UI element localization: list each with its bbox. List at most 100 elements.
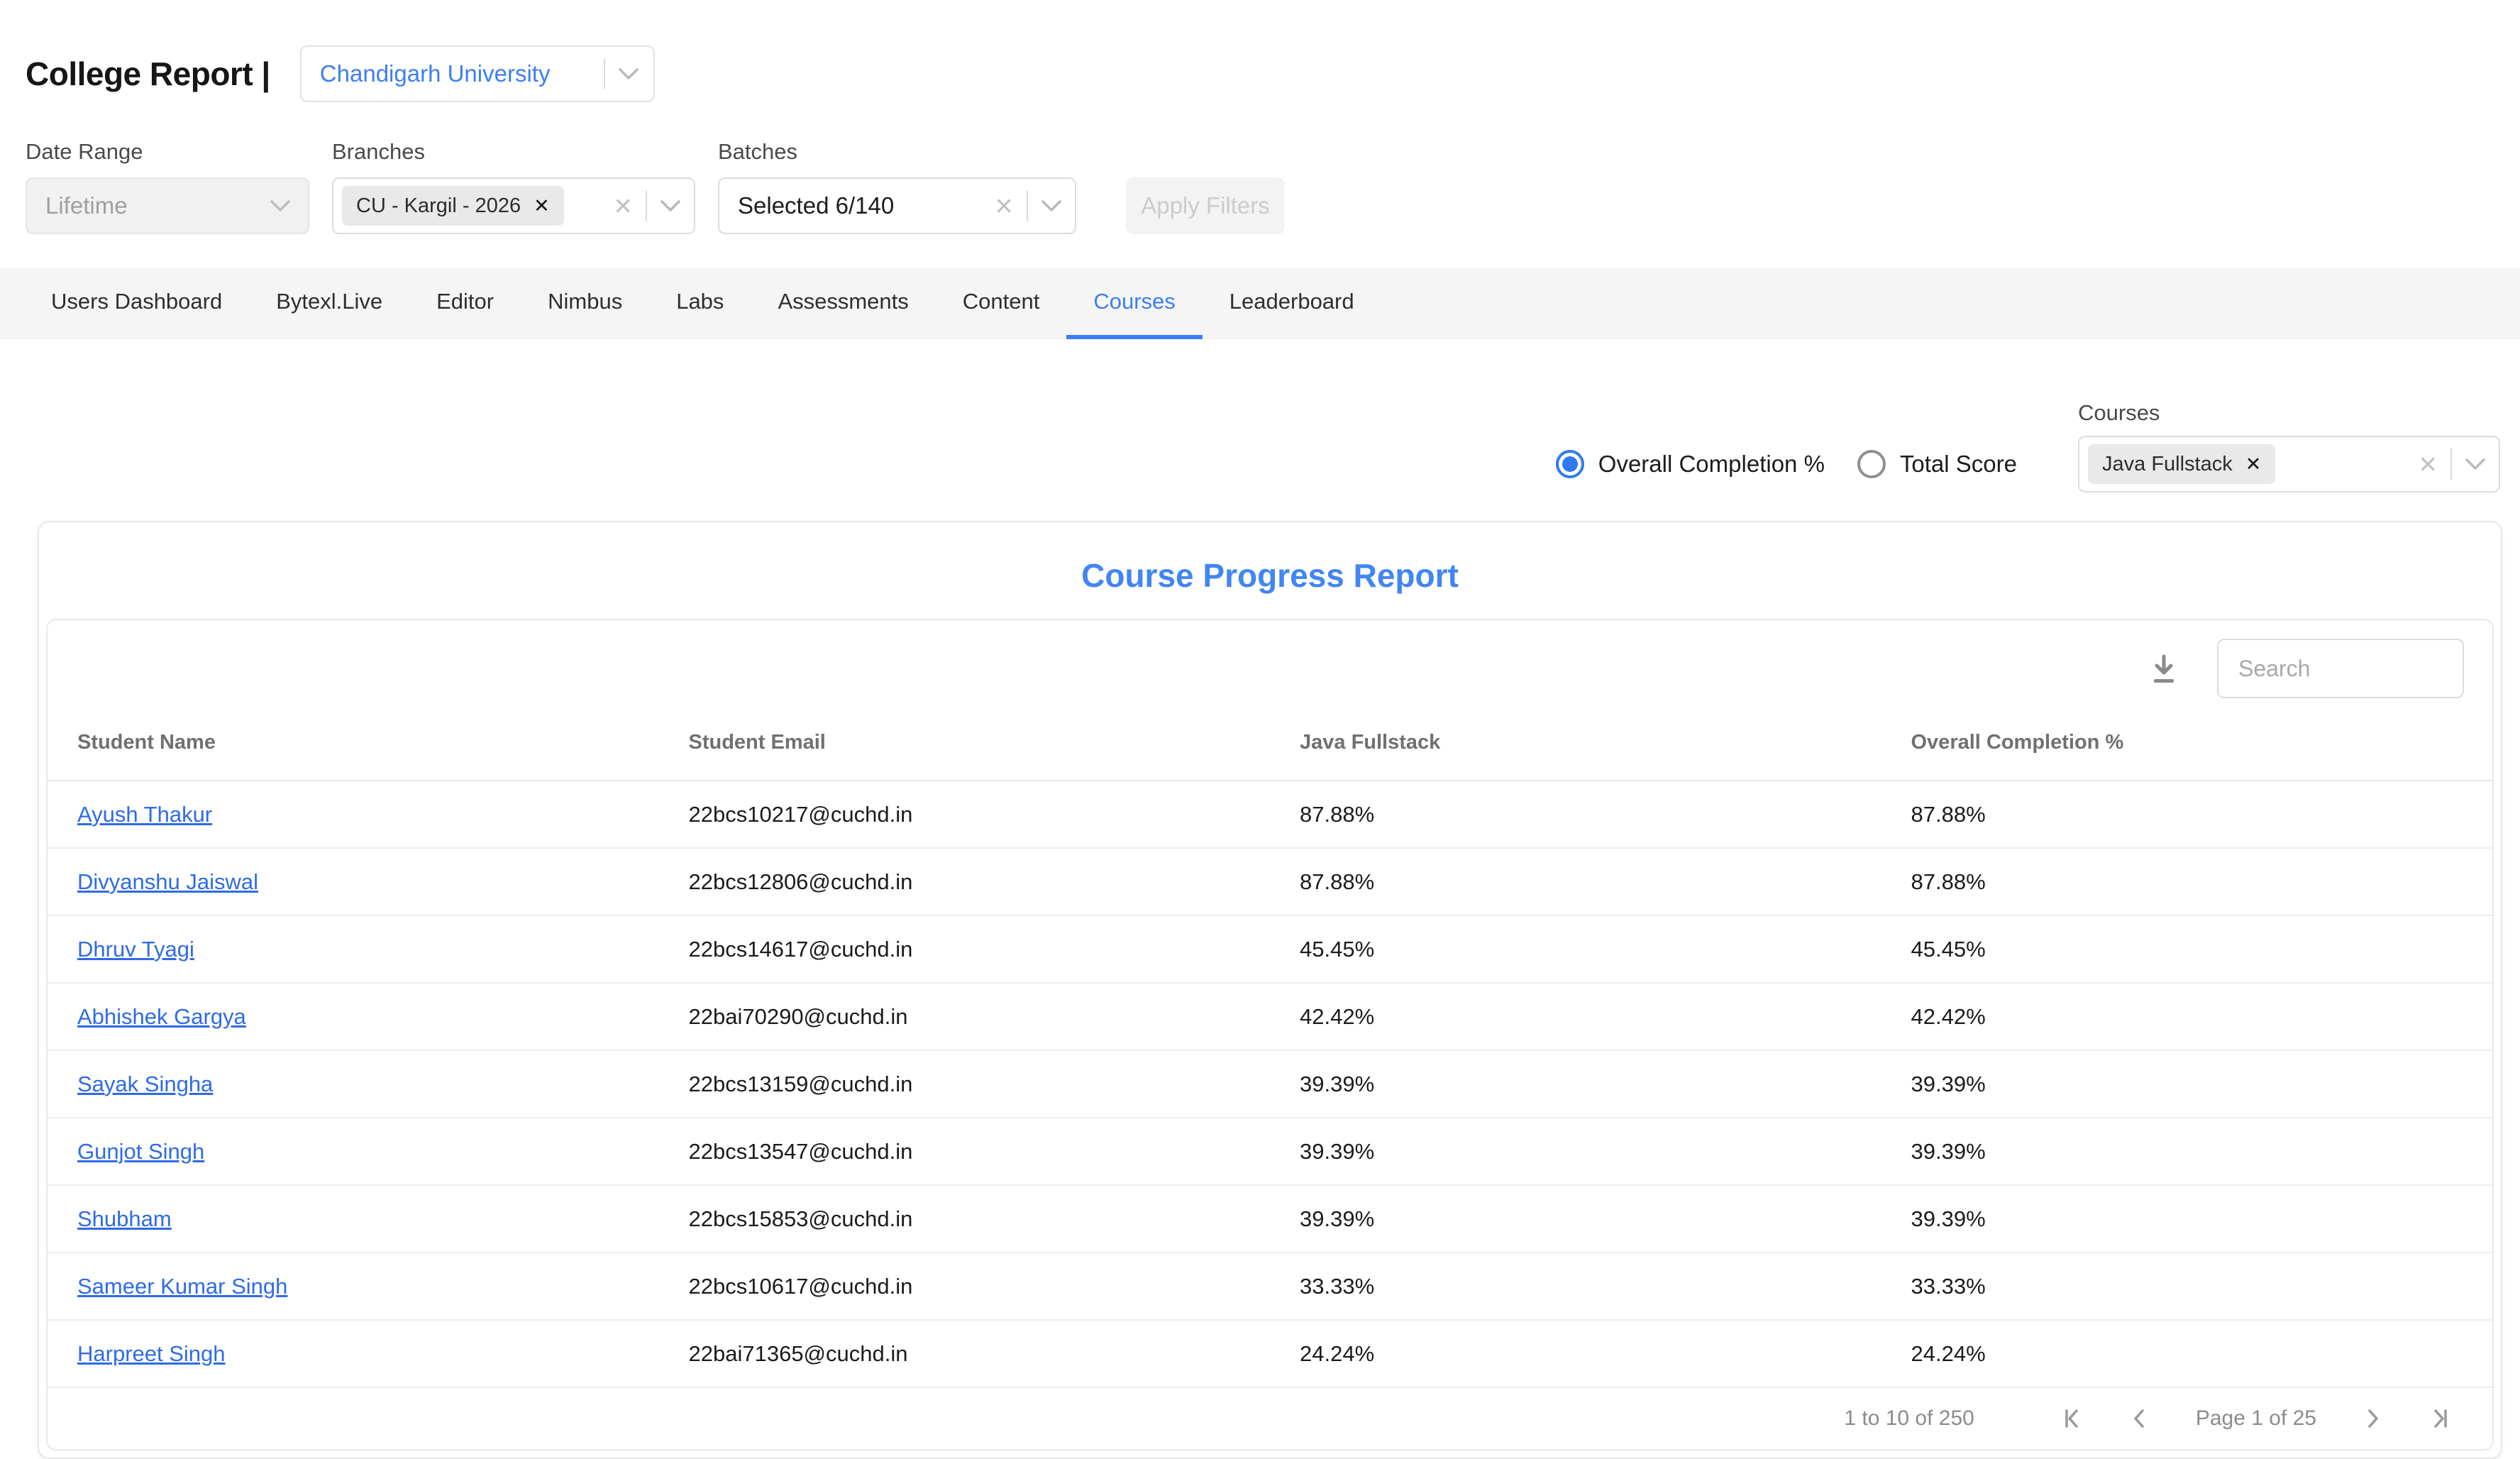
next-page-button[interactable] (2360, 1406, 2384, 1431)
student-name-link[interactable]: Dhruv Tyagi (77, 937, 194, 962)
chevron-left-icon (2128, 1406, 2152, 1431)
branches-select[interactable]: CU - Kargil - 2026 ✕ ✕ (332, 177, 695, 234)
tab-content[interactable]: Content (936, 268, 1067, 339)
chevron-right-icon (2360, 1406, 2384, 1431)
student-name-link[interactable]: Sayak Singha (77, 1072, 213, 1096)
radio-overall-completion[interactable]: Overall Completion % (1556, 450, 1825, 478)
tab-editor[interactable]: Editor (409, 268, 521, 339)
student-name-link[interactable]: Harpreet Singh (77, 1341, 226, 1366)
radio-total-score[interactable]: Total Score (1857, 450, 2017, 478)
table-row: Shubham 22bcs15853@cuchd.in 39.39% 39.39… (48, 1185, 2492, 1252)
report-controls: Overall Completion % Total Score Courses… (0, 400, 2520, 492)
divider (1027, 190, 1028, 221)
overall-completion-value: 39.39% (1881, 1185, 2493, 1252)
radio-unselected-icon[interactable] (1857, 450, 1886, 478)
chip-remove-icon[interactable]: ✕ (534, 197, 550, 216)
chevron-down-icon[interactable] (2465, 458, 2486, 470)
date-range-select[interactable]: Lifetime (26, 177, 309, 234)
student-name-link[interactable]: Shubham (77, 1206, 172, 1231)
metric-radio-group: Overall Completion % Total Score (1556, 450, 2017, 478)
apply-filters-button[interactable]: Apply Filters (1126, 177, 1285, 234)
tabbar: Users Dashboard Bytexl.Live Editor Nimbu… (0, 268, 2520, 339)
java-fullstack-value: 45.45% (1270, 915, 1881, 983)
pagination-page-label: Page 1 of 25 (2196, 1406, 2316, 1431)
table-header-row: Student Name Student Email Java Fullstac… (48, 712, 2492, 781)
java-fullstack-value: 33.33% (1270, 1252, 1881, 1320)
branches-group: Branches CU - Kargil - 2026 ✕ ✕ (332, 139, 695, 234)
tab-leaderboard[interactable]: Leaderboard (1203, 268, 1381, 339)
java-fullstack-value: 39.39% (1270, 1050, 1881, 1118)
tab-nimbus[interactable]: Nimbus (521, 268, 649, 339)
page: College Report | Chandigarh University D… (0, 0, 2520, 1428)
java-fullstack-value: 87.88% (1270, 848, 1881, 915)
first-page-button[interactable] (2060, 1406, 2084, 1431)
overall-completion-value: 87.88% (1881, 781, 2493, 848)
overall-completion-value: 87.88% (1881, 848, 2493, 915)
branches-label: Branches (332, 139, 695, 165)
previous-page-button[interactable] (2128, 1406, 2152, 1431)
table-row: Dhruv Tyagi 22bcs14617@cuchd.in 45.45% 4… (48, 915, 2492, 983)
table-row: Sameer Kumar Singh 22bcs10617@cuchd.in 3… (48, 1252, 2492, 1320)
java-fullstack-value: 87.88% (1270, 781, 1881, 848)
tab-users-dashboard[interactable]: Users Dashboard (24, 268, 249, 339)
tab-assessments[interactable]: Assessments (751, 268, 935, 339)
table-row: Ayush Thakur 22bcs10217@cuchd.in 87.88% … (48, 781, 2492, 848)
pagination-range: 1 to 10 of 250 (1844, 1406, 1974, 1431)
clear-icon[interactable]: ✕ (2418, 453, 2438, 476)
download-button[interactable] (2148, 652, 2180, 685)
chevron-down-icon (618, 67, 639, 80)
student-name-link[interactable]: Gunjot Singh (77, 1139, 204, 1164)
university-select[interactable]: Chandigarh University (300, 45, 655, 102)
tab-bytexl-live[interactable]: Bytexl.Live (249, 268, 409, 339)
overall-completion-value: 42.42% (1881, 983, 2493, 1050)
student-email: 22bcs10217@cuchd.in (659, 781, 1271, 848)
batches-select[interactable]: Selected 6/140 ✕ (718, 177, 1076, 234)
clear-icon[interactable]: ✕ (613, 194, 633, 218)
java-fullstack-value: 24.24% (1270, 1320, 1881, 1387)
java-fullstack-value: 39.39% (1270, 1118, 1881, 1185)
chevron-down-icon[interactable] (1041, 199, 1062, 212)
date-range-label: Date Range (26, 139, 309, 165)
report-panel: Student Name Student Email Java Fullstac… (46, 619, 2494, 1450)
report-title: Course Progress Report (46, 556, 2494, 595)
course-chip: Java Fullstack ✕ (2088, 444, 2275, 484)
col-student-email: Student Email (659, 712, 1271, 781)
first-page-icon (2060, 1406, 2084, 1431)
tab-labs[interactable]: Labs (649, 268, 751, 339)
last-page-icon (2428, 1406, 2453, 1431)
courses-select[interactable]: Java Fullstack ✕ ✕ (2078, 436, 2500, 492)
java-fullstack-value: 42.42% (1270, 983, 1881, 1050)
batches-label: Batches (718, 139, 1076, 165)
filters-bar: Date Range Lifetime Branches CU - Kargil… (0, 139, 2520, 234)
overall-completion-value: 24.24% (1881, 1320, 2493, 1387)
radio-selected-icon[interactable] (1556, 450, 1584, 478)
student-name-link[interactable]: Divyanshu Jaiswal (77, 869, 258, 894)
student-name-link[interactable]: Ayush Thakur (77, 802, 212, 827)
last-page-button[interactable] (2428, 1406, 2453, 1431)
student-email: 22bcs12806@cuchd.in (659, 848, 1271, 915)
batches-value: Selected 6/140 (738, 192, 994, 219)
header: College Report | Chandigarh University (0, 0, 2520, 102)
university-select-value: Chandigarh University (320, 60, 591, 87)
student-email: 22bcs13159@cuchd.in (659, 1050, 1271, 1118)
radio-overall-completion-label: Overall Completion % (1598, 451, 1825, 478)
chip-remove-icon[interactable]: ✕ (2245, 455, 2262, 474)
radio-total-score-label: Total Score (1900, 451, 2017, 478)
date-range-group: Date Range Lifetime (26, 139, 309, 234)
student-name-link[interactable]: Abhishek Gargya (77, 1004, 246, 1029)
pagination: 1 to 10 of 250 Page 1 of 25 (48, 1388, 2492, 1449)
branch-chip: CU - Kargil - 2026 ✕ (342, 186, 564, 226)
col-overall-completion: Overall Completion % (1881, 712, 2493, 781)
branch-chip-label: CU - Kargil - 2026 (356, 194, 521, 218)
batches-group: Batches Selected 6/140 ✕ (718, 139, 1076, 234)
java-fullstack-value: 39.39% (1270, 1185, 1881, 1252)
clear-icon[interactable]: ✕ (994, 194, 1014, 218)
student-name-link[interactable]: Sameer Kumar Singh (77, 1274, 287, 1299)
tab-courses[interactable]: Courses (1066, 268, 1202, 339)
overall-completion-value: 39.39% (1881, 1050, 2493, 1118)
search-input[interactable] (2217, 639, 2464, 698)
course-progress-card: Course Progress Report Student Name Stud… (38, 521, 2502, 1459)
table-row: Divyanshu Jaiswal 22bcs12806@cuchd.in 87… (48, 848, 2492, 915)
chevron-down-icon[interactable] (660, 199, 681, 212)
divider (604, 58, 605, 89)
